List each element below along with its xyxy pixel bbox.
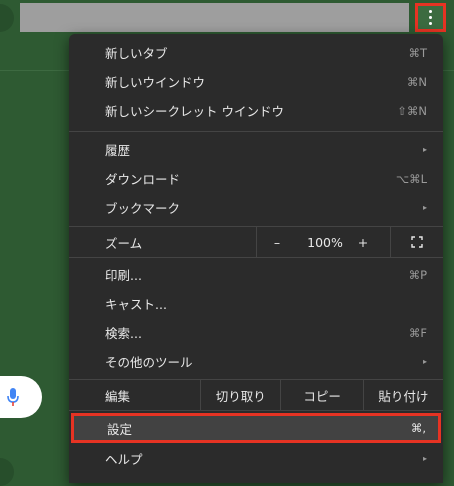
cut-button[interactable]: 切り取り [200,380,280,410]
menu-item-label: その他のツール [105,355,193,370]
menu-item-label: 新しいタブ [105,46,168,61]
shortcut-label: ⌘N [406,74,427,89]
page-edge-element [0,458,14,486]
chrome-menu: 新しいタブ ⌘T 新しいウインドウ ⌘N 新しいシークレット ウインドウ ⇧⌘N… [69,34,443,483]
menu-item-label: ヘルプ [105,452,143,467]
copy-button[interactable]: コピー [280,380,362,410]
submenu-arrow-icon: ▸ [422,357,427,366]
three-dots-vertical-icon [429,10,432,25]
address-bar[interactable] [20,3,409,32]
menu-item-history[interactable]: 履歴 ▸ [69,135,443,164]
menu-item-settings[interactable]: 設定 ⌘, [71,413,441,443]
menu-item-label: 印刷... [105,268,142,283]
paste-button[interactable]: 貼り付け [362,380,443,410]
edit-row: 編集 切り取り コピー 貼り付け [69,380,443,410]
menu-item-label: 履歴 [105,143,131,158]
shortcut-label: ⌘P [408,267,427,282]
chrome-menu-button[interactable] [415,3,446,32]
zoom-row: ズーム – 100% + [69,227,443,257]
menu-item-label: ブックマーク [105,201,181,216]
zoom-controls: – 100% + [256,227,443,257]
menu-item-cast[interactable]: キャスト... [69,289,443,318]
submenu-arrow-icon: ▸ [422,203,427,212]
menu-item-label: 新しいウインドウ [105,75,206,90]
fullscreen-button[interactable] [390,227,443,257]
menu-item-label: 新しいシークレット ウインドウ [105,104,284,119]
shortcut-label: ⇧⌘N [397,103,427,118]
menu-item-print[interactable]: 印刷... ⌘P [69,260,443,289]
microphone-icon [7,388,19,406]
menu-item-label: 検索... [105,326,142,341]
zoom-out-button[interactable]: – [257,235,297,250]
menu-separator [69,131,443,132]
shortcut-label: ⌘T [408,45,427,60]
menu-item-bookmarks[interactable]: ブックマーク ▸ [69,193,443,222]
zoom-label: ズーム [105,235,143,251]
menu-item-label: 設定 [107,421,133,437]
edit-label: 編集 [105,388,131,404]
menu-item-more-tools[interactable]: その他のツール ▸ [69,347,443,376]
shortcut-label: ⌘, [410,421,426,435]
menu-item-find[interactable]: 検索... ⌘F [69,318,443,347]
menu-item-help[interactable]: ヘルプ ▸ [69,444,443,473]
menu-separator [69,410,443,411]
menu-item-new-incognito-window[interactable]: 新しいシークレット ウインドウ ⇧⌘N [69,96,443,125]
submenu-arrow-icon: ▸ [422,145,427,154]
menu-item-label: キャスト... [105,297,167,312]
menu-item-label: ダウンロード [105,172,181,187]
zoom-level: 100% [307,234,343,250]
menu-item-new-window[interactable]: 新しいウインドウ ⌘N [69,67,443,96]
menu-item-downloads[interactable]: ダウンロード ⌥⌘L [69,164,443,193]
menu-item-new-tab[interactable]: 新しいタブ ⌘T [69,38,443,67]
fullscreen-icon [411,236,423,248]
submenu-arrow-icon: ▸ [422,454,427,463]
menu-separator [69,257,443,258]
zoom-in-button[interactable]: + [353,235,373,250]
shortcut-label: ⌘F [408,325,427,340]
shortcut-label: ⌥⌘L [395,171,427,186]
page-edge-element [0,4,14,32]
voice-search-button[interactable] [0,376,42,418]
